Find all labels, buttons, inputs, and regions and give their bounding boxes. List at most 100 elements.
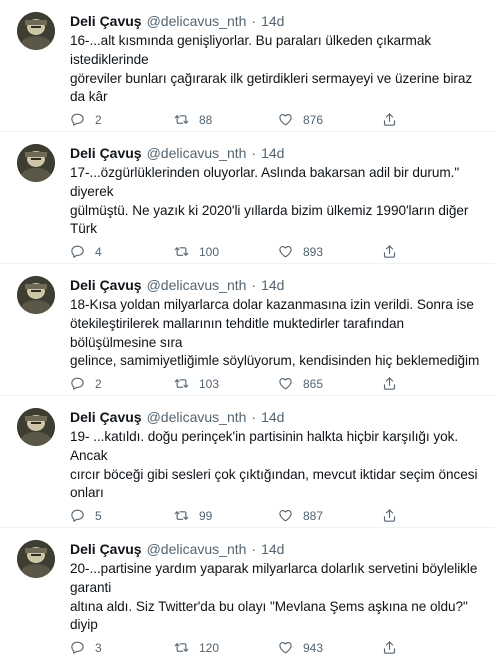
author-handle[interactable]: @delicavus_nth xyxy=(147,276,247,294)
share-icon xyxy=(383,377,396,390)
author-handle[interactable]: @delicavus_nth xyxy=(147,540,247,558)
author-name[interactable]: Deli Çavuş xyxy=(70,12,142,30)
retweet-count: 99 xyxy=(199,508,213,523)
tweet-text: 16-...alt kısmında genişliyorlar. Bu par… xyxy=(70,33,473,105)
share-icon xyxy=(383,113,396,126)
tweet-actions: 3 120 943 xyxy=(70,640,420,655)
author-handle[interactable]: @delicavus_nth xyxy=(147,144,247,162)
like-count: 887 xyxy=(303,508,324,523)
heart-icon xyxy=(279,641,292,654)
retweet-icon xyxy=(174,511,189,520)
reply-count: 3 xyxy=(95,640,102,655)
heart-icon xyxy=(279,113,292,126)
reply-count: 4 xyxy=(95,244,102,259)
tweet[interactable]: Deli Çavuş @delicavus_nth · 14d 19- ...k… xyxy=(0,396,495,528)
tweet-text: 18-Kısa yoldan milyarlarca dolar kazanma… xyxy=(70,297,480,369)
like-count: 865 xyxy=(303,376,324,391)
reply-icon xyxy=(71,245,84,258)
tweet-text: 19- ...katıldı. doğu perinçek'in partisi… xyxy=(70,429,478,501)
tweet-header: Deli Çavuş @delicavus_nth · 14d xyxy=(70,408,481,426)
retweet-count: 88 xyxy=(199,112,213,127)
retweet-icon xyxy=(174,379,189,388)
like-button[interactable]: 943 xyxy=(278,640,382,655)
retweet-count: 103 xyxy=(199,376,220,391)
timestamp[interactable]: 14d xyxy=(261,276,284,294)
share-button[interactable] xyxy=(382,376,412,391)
tweet[interactable]: Deli Çavuş @delicavus_nth · 14d 20-...pa… xyxy=(0,528,495,660)
avatar[interactable] xyxy=(17,408,55,446)
share-icon xyxy=(383,245,396,258)
share-button[interactable] xyxy=(382,640,412,655)
retweet-count: 120 xyxy=(199,640,220,655)
reply-icon xyxy=(71,641,84,654)
tweet-text: 20-...partisine yardım yaparak milyarlar… xyxy=(70,561,478,633)
tweet-text: 17-...özgürlüklerinden oluyorlar. Aslınd… xyxy=(70,165,469,237)
avatar[interactable] xyxy=(17,540,55,578)
tweet[interactable]: Deli Çavuş @delicavus_nth · 14d 18-Kısa … xyxy=(0,264,495,396)
tweet-header: Deli Çavuş @delicavus_nth · 14d xyxy=(70,540,481,558)
reply-button[interactable]: 4 xyxy=(70,244,174,259)
like-count: 876 xyxy=(303,112,324,127)
share-button[interactable] xyxy=(382,508,412,523)
share-button[interactable] xyxy=(382,112,412,127)
tweet[interactable]: Deli Çavuş @delicavus_nth · 14d 17-...öz… xyxy=(0,132,495,264)
separator: · xyxy=(251,541,257,557)
author-name[interactable]: Deli Çavuş xyxy=(70,276,142,294)
share-button[interactable] xyxy=(382,244,412,259)
author-name[interactable]: Deli Çavuş xyxy=(70,408,142,426)
reply-button[interactable]: 2 xyxy=(70,112,174,127)
separator: · xyxy=(251,409,257,425)
heart-icon xyxy=(279,509,292,522)
tweet-actions: 2 103 865 xyxy=(70,376,420,391)
like-button[interactable]: 887 xyxy=(278,508,382,523)
retweet-button[interactable]: 103 xyxy=(174,376,278,391)
retweet-icon xyxy=(174,643,189,652)
tweet-actions: 2 88 876 xyxy=(70,112,420,127)
like-button[interactable]: 876 xyxy=(278,112,382,127)
reply-count: 2 xyxy=(95,112,102,127)
reply-count: 5 xyxy=(95,508,102,523)
tweet-header: Deli Çavuş @delicavus_nth · 14d xyxy=(70,276,481,294)
timestamp[interactable]: 14d xyxy=(261,144,284,162)
timestamp[interactable]: 14d xyxy=(261,540,284,558)
reply-icon xyxy=(71,113,84,126)
separator: · xyxy=(251,277,257,293)
separator: · xyxy=(251,13,257,29)
reply-icon xyxy=(71,509,84,522)
tweet[interactable]: Deli Çavuş @delicavus_nth · 14d 16-...al… xyxy=(0,0,495,132)
heart-icon xyxy=(279,245,292,258)
author-name[interactable]: Deli Çavuş xyxy=(70,144,142,162)
tweet-header: Deli Çavuş @delicavus_nth · 14d xyxy=(70,144,481,162)
reply-icon xyxy=(71,377,84,390)
author-handle[interactable]: @delicavus_nth xyxy=(147,12,247,30)
like-button[interactable]: 865 xyxy=(278,376,382,391)
author-name[interactable]: Deli Çavuş xyxy=(70,540,142,558)
retweet-icon xyxy=(174,247,189,256)
share-icon xyxy=(383,641,396,654)
author-handle[interactable]: @delicavus_nth xyxy=(147,408,247,426)
tweet-actions: 4 100 893 xyxy=(70,244,420,259)
reply-button[interactable]: 3 xyxy=(70,640,174,655)
reply-count: 2 xyxy=(95,376,102,391)
retweet-button[interactable]: 120 xyxy=(174,640,278,655)
retweet-button[interactable]: 100 xyxy=(174,244,278,259)
retweet-button[interactable]: 99 xyxy=(174,508,278,523)
retweet-count: 100 xyxy=(199,244,220,259)
tweet-actions: 5 99 887 xyxy=(70,508,420,523)
tweet-header: Deli Çavuş @delicavus_nth · 14d xyxy=(70,12,481,30)
like-button[interactable]: 893 xyxy=(278,244,382,259)
avatar[interactable] xyxy=(17,276,55,314)
retweet-icon xyxy=(174,115,189,124)
tweet-thread: Deli Çavuş @delicavus_nth · 14d 16-...al… xyxy=(0,0,495,663)
avatar[interactable] xyxy=(17,12,55,50)
reply-button[interactable]: 2 xyxy=(70,376,174,391)
reply-button[interactable]: 5 xyxy=(70,508,174,523)
retweet-button[interactable]: 88 xyxy=(174,112,278,127)
like-count: 943 xyxy=(303,640,324,655)
share-icon xyxy=(383,509,396,522)
timestamp[interactable]: 14d xyxy=(261,408,284,426)
heart-icon xyxy=(279,377,292,390)
timestamp[interactable]: 14d xyxy=(261,12,284,30)
like-count: 893 xyxy=(303,244,324,259)
avatar[interactable] xyxy=(17,144,55,182)
